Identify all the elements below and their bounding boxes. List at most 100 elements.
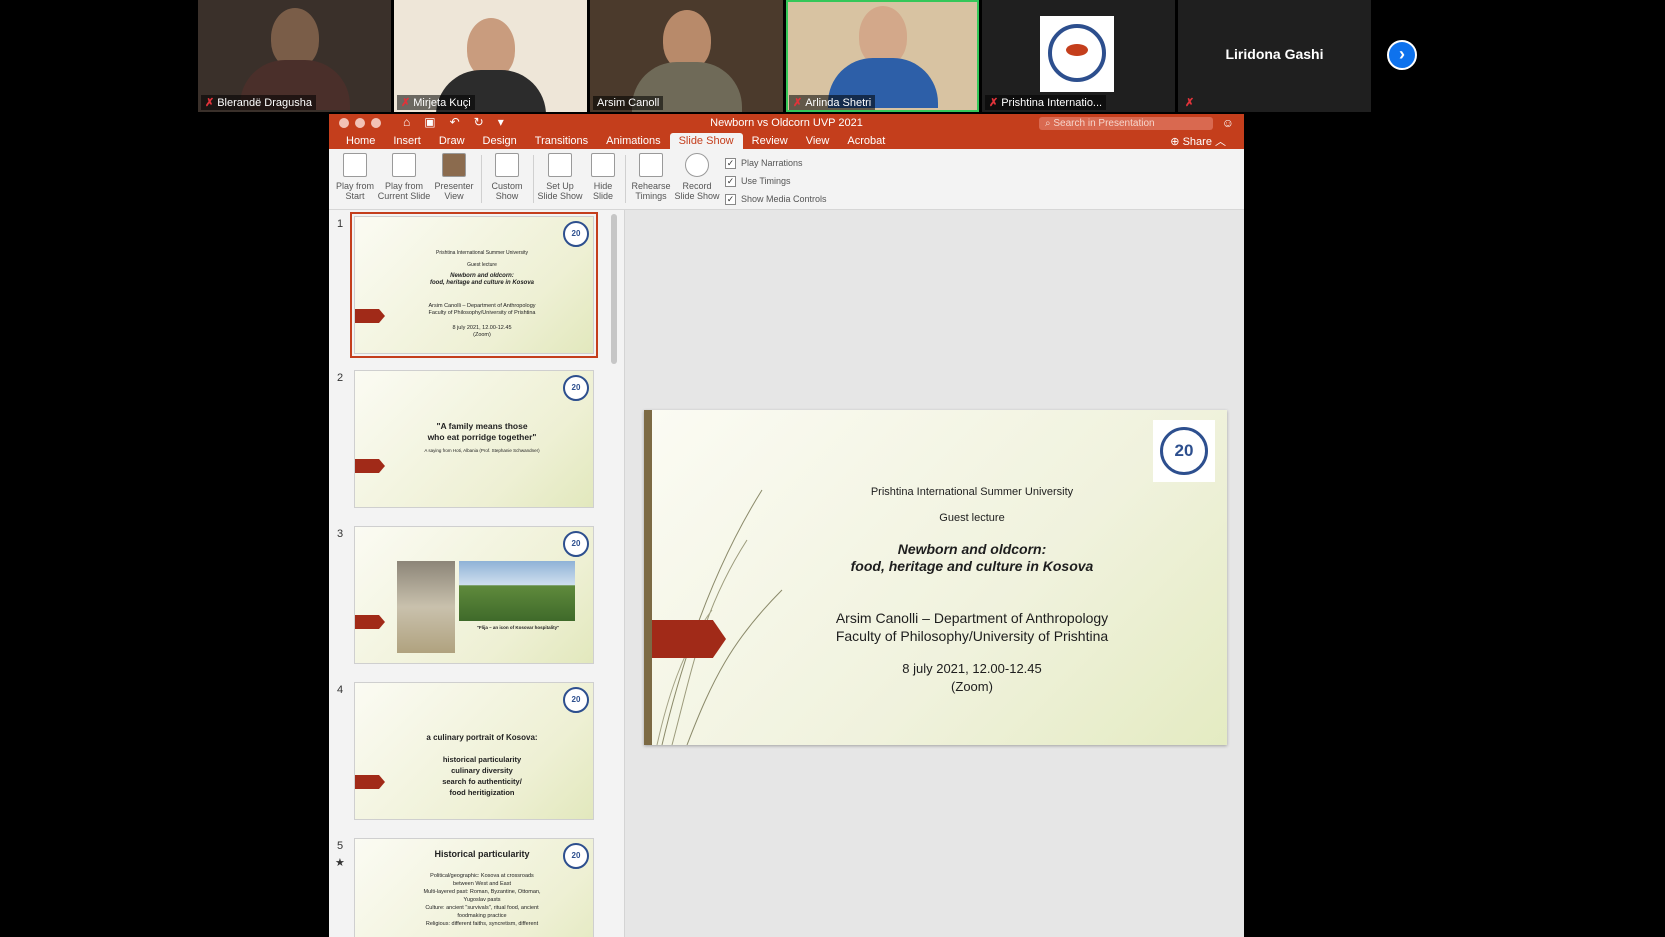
custom-show-icon [495,153,519,177]
tab-animations[interactable]: Animations [597,133,669,149]
thumb-text: Faculty of Philosophy/University of Pris… [428,310,536,316]
thumb-text: (Zoom) [473,332,491,338]
slide-text: Faculty of Philosophy/University of Pris… [835,628,1109,644]
thumb-text: Yugoslav pasts [463,897,501,903]
use-timings-checkbox[interactable]: ✓ Use Timings [725,172,827,190]
presenter-icon [442,153,466,177]
participant-name: ✗ Blerandë Dragusha [201,95,317,110]
search-input[interactable]: ⌕ Search in Presentation [1039,117,1213,130]
conference-logo: 20 [563,221,589,247]
slide-number: 4 [337,684,344,696]
ribbon-toolbar: Play from Start Play from Current Slide Pr… [329,149,1244,210]
playback-options: ✓ Play Narrations ✓ Use Timings ✓ Show Medi… [725,154,827,208]
play-from-start-button[interactable]: Play from Start [333,153,377,201]
next-page-button[interactable]: › [1387,40,1417,70]
conference-logo: 20 [1153,420,1215,482]
checkmark-icon: ✓ [725,193,736,205]
record-slide-show-button[interactable]: Record Slide Show [673,153,721,201]
tab-transitions[interactable]: Transitions [526,133,597,149]
participant-strip: ✗ Blerandë Dragusha ✗ Mirjeta Kuçi Arsim C… [198,0,1374,112]
participant-name-center: Liridona Gashi [1225,46,1324,62]
thumb-text: Culture: ancient "survivals", ritual foo… [425,905,539,911]
slide-number: 1 [337,218,344,230]
slide-text: 8 july 2021, 12.00-12.45 [902,661,1042,676]
thumb-text: A saying from Hoti, Albania (Prof. Steph… [424,448,540,453]
play-narrations-checkbox[interactable]: ✓ Play Narrations [725,154,827,172]
participant-tile[interactable]: ✗ Arlinda Shetri [786,0,979,112]
ribbon-tabs: Home Insert Draw Design Transitions Anim… [329,132,1244,149]
slide-thumbnails-pane: 1 20 Prishtina International Summer Univ… [329,210,625,937]
thumb-text: culinary diversity [451,766,513,775]
thumb-text: "A family means those [436,421,528,431]
slide-title: Newborn and oldcorn: [897,541,1047,557]
participant-name: Arsim Canoll [593,96,664,110]
thumbnails-scrollbar[interactable] [611,214,617,364]
powerpoint-window: ⌂ ▣ ↶ ↻ ▾ Newborn vs Oldcorn UVP 2021 ⌕ … [329,114,1244,937]
record-icon [685,153,709,177]
flija-photo [397,561,455,653]
thumb-text: search fo authenticity/ [442,777,522,786]
participant-mic-status: ✗ [1181,95,1198,110]
slide-thumbnail[interactable]: 20 a culinary portrait of Kosova: histor… [354,682,594,820]
conference-logo: 20 [563,375,589,401]
slide-number: 5 [337,840,344,852]
thumb-text: food, heritage and culture in Kosova [429,280,534,286]
thumb-text: Multi-layered past: Roman, Byzantine, Ot… [423,889,541,895]
tab-acrobat[interactable]: Acrobat [838,133,894,149]
set-up-slide-show-button[interactable]: Set Up Slide Show [537,153,583,201]
participant-tile[interactable]: Liridona Gashi ✗ [1178,0,1371,112]
slide-editor-canvas[interactable]: 20 Prishtina International Summer Univer… [625,210,1244,937]
organization-logo [1040,16,1114,92]
animation-star-icon: ★ [335,857,345,869]
slide-thumbnail[interactable]: 20 "Flija – an icon of Kosovar hospitali… [354,526,594,664]
slide-text: Prishtina International Summer Universit… [870,486,1074,498]
logo-text: 20 [1160,427,1208,475]
rehearse-timings-button[interactable]: Rehearse Timings [629,153,673,201]
custom-show-button[interactable]: Custom Show [485,153,529,201]
tab-draw[interactable]: Draw [430,133,474,149]
tab-design[interactable]: Design [474,133,526,149]
add-person-icon: ⊕ [1170,136,1183,148]
tab-view[interactable]: View [797,133,839,149]
slide-thumbnail[interactable]: 20 Historical particularity Political/ge… [354,838,594,937]
presenter-view-button[interactable]: Presenter View [431,153,477,201]
tab-slide-show[interactable]: Slide Show [669,133,743,149]
hide-slide-button[interactable]: Hide Slide [585,153,621,201]
arrow-decoration [355,775,385,789]
slide-number: 2 [337,372,344,384]
show-media-controls-checkbox[interactable]: ✓ Show Media Controls [725,190,827,208]
current-slide[interactable]: 20 Prishtina International Summer Univer… [644,410,1227,745]
ribbon-divider [481,155,482,203]
thumb-text: Political/geographic: Kosova at crossroa… [430,873,534,879]
thumb-text: Religious: different faiths, syncretism,… [425,921,539,927]
tab-review[interactable]: Review [743,133,797,149]
share-button[interactable]: ⊕ Share ︿ [1170,133,1226,149]
muted-mic-icon: ✗ [401,97,411,109]
participant-name: ✗ Arlinda Shetri [789,95,876,110]
muted-mic-icon: ✗ [989,97,999,109]
conference-logo: 20 [563,687,589,713]
play-from-current-button[interactable]: Play from Current Slide [377,153,431,201]
thumb-text: "Flija – an icon of Kosovar hospitality" [476,625,560,630]
feedback-icon[interactable]: ☺ [1222,116,1234,130]
tab-insert[interactable]: Insert [384,133,430,149]
slide-text: Arsim Canolli – Department of Anthropolo… [835,610,1109,626]
participant-tile[interactable]: ✗ Mirjeta Kuçi [394,0,587,112]
slide-thumbnail[interactable]: 20 "A family means those who eat porridg… [354,370,594,508]
conference-logo: 20 [563,531,589,557]
thumb-text: Historical particularity [434,849,530,859]
landscape-photo [459,561,575,621]
rehearse-icon [639,153,663,177]
participant-tile[interactable]: Arsim Canoll [590,0,783,112]
checkmark-icon: ✓ [725,157,736,169]
participant-tile[interactable]: ✗ Prishtina Internatio... [982,0,1175,112]
thumb-text: between West and East [453,881,511,887]
thumb-text: Prishtina International Summer Universit… [436,250,528,256]
slide-thumbnail[interactable]: 20 Prishtina International Summer Univer… [350,212,598,358]
participant-tile[interactable]: ✗ Blerandë Dragusha [198,0,391,112]
thumb-text: who eat porridge together" [427,432,537,442]
thumb-text: historical particularity [442,755,522,764]
tab-home[interactable]: Home [337,133,384,149]
hide-slide-icon [591,153,615,177]
thumb-text: food heritigization [449,788,515,797]
